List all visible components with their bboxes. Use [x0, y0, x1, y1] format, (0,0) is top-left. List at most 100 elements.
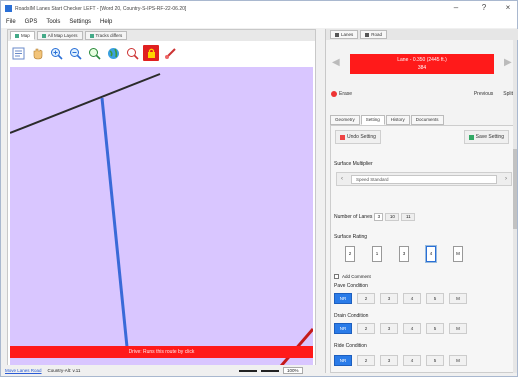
erase-label: Erase: [339, 91, 353, 97]
rating-option[interactable]: M: [453, 246, 463, 262]
menu-file[interactable]: File: [6, 19, 16, 25]
tracks-icon: [89, 33, 94, 38]
side-panel: Lanes Road ◀ Lane - 0.350 (2445 ft.) 384…: [325, 29, 518, 373]
lanes-input[interactable]: 3: [374, 213, 384, 221]
tab-label: All Map Layers: [47, 33, 78, 38]
condition-option[interactable]: 3: [380, 323, 398, 334]
checkbox-icon[interactable]: [334, 274, 339, 279]
tab-lanes[interactable]: Lanes: [330, 30, 359, 39]
chevron-left-icon[interactable]: ‹: [337, 176, 347, 182]
tab-label: Tracks differs: [95, 33, 123, 38]
rating-option-selected[interactable]: 4: [426, 246, 436, 262]
condition-option[interactable]: M: [449, 355, 467, 366]
readout-line-2: 384: [417, 65, 427, 71]
prev-arrow-icon[interactable]: ◀: [332, 57, 340, 68]
condition-option[interactable]: 3: [380, 355, 398, 366]
side-panel-scrollbar[interactable]: [513, 29, 517, 373]
tab-setting[interactable]: Setting: [360, 115, 385, 125]
add-comment-checkbox[interactable]: Add Comment: [334, 274, 371, 279]
save-icon: [468, 134, 474, 140]
condition-option[interactable]: 5: [426, 293, 444, 304]
lock-icon[interactable]: [143, 45, 159, 61]
next-arrow-icon[interactable]: ▶: [504, 57, 512, 68]
undo-label: Undo Setting: [347, 134, 376, 140]
help-button[interactable]: ?: [477, 3, 491, 12]
condition-option[interactable]: NR: [334, 293, 352, 304]
settings-panel: Undo Setting Save Setting Surface Multip…: [330, 125, 514, 373]
road-blue: [100, 97, 130, 358]
menu-help[interactable]: Help: [100, 19, 112, 25]
condition-option[interactable]: NR: [334, 355, 352, 366]
condition-option[interactable]: M: [449, 293, 467, 304]
menu-tools[interactable]: Tools: [46, 19, 60, 25]
save-setting-button[interactable]: Save Setting: [463, 130, 509, 144]
pan-icon[interactable]: [10, 45, 26, 61]
chevron-right-icon[interactable]: ›: [501, 176, 511, 182]
scrollbar-thumb[interactable]: [513, 149, 517, 229]
previous-button[interactable]: Previous: [471, 91, 496, 97]
lanes-icon: [335, 32, 339, 37]
rating-option[interactable]: 2: [345, 246, 355, 262]
menu-gps[interactable]: GPS: [25, 19, 38, 25]
condition-option[interactable]: 5: [426, 355, 444, 366]
condition-option[interactable]: 4: [403, 355, 421, 366]
condition-option[interactable]: M: [449, 323, 467, 334]
tab-road[interactable]: Road: [360, 30, 388, 39]
status-link[interactable]: Move Lanes Road: [5, 368, 42, 373]
map-status-banner: Drive: Runs this route by click: [10, 346, 313, 358]
lanes-mini-2[interactable]: 11: [401, 213, 416, 221]
road-black: [10, 73, 161, 134]
map-tabs: Map All Map Layers Tracks differs: [8, 30, 315, 41]
location-readout: Lane - 0.350 (2445 ft.) 384: [350, 54, 494, 74]
condition-option[interactable]: 2: [357, 355, 375, 366]
zoom-in-icon[interactable]: [48, 45, 64, 61]
action-row: Erase Previous Split: [328, 87, 516, 101]
add-comment-label: Add Comment: [342, 274, 371, 279]
status-coords: Country-Alt: v.11: [47, 368, 81, 373]
tab-geometry[interactable]: Geometry: [330, 115, 360, 125]
zoom-level[interactable]: 100%: [283, 367, 303, 374]
condition-option[interactable]: 4: [403, 323, 421, 334]
undo-setting-button[interactable]: Undo Setting: [335, 130, 381, 144]
ride-condition-label: Ride Condition: [334, 343, 367, 349]
road-icon: [365, 32, 370, 37]
select-icon[interactable]: [124, 45, 140, 61]
sub-tabs: Geometry Setting History Documents: [330, 115, 514, 125]
condition-option[interactable]: 2: [357, 293, 375, 304]
rating-option[interactable]: 1: [372, 246, 382, 262]
erase-button[interactable]: Erase: [328, 91, 355, 97]
tab-documents[interactable]: Documents: [410, 115, 444, 125]
measure-icon[interactable]: [162, 45, 178, 61]
save-label: Save Setting: [475, 134, 504, 140]
lanes-mini-1[interactable]: 10: [385, 213, 400, 221]
undo-icon: [340, 134, 345, 140]
condition-option[interactable]: 3: [380, 293, 398, 304]
close-button[interactable]: ×: [501, 3, 515, 12]
hand-icon[interactable]: [29, 45, 45, 61]
map-drawing: [10, 73, 313, 373]
surface-multiplier-value: Speed Standard: [351, 174, 497, 184]
split-label: Split: [503, 91, 513, 97]
ride-condition-buttons: NR 2 3 4 5 M: [334, 355, 467, 366]
minimize-button[interactable]: –: [449, 3, 463, 12]
menu-settings[interactable]: Settings: [69, 19, 91, 25]
rating-option[interactable]: 3: [399, 246, 409, 262]
tab-all-map-layers[interactable]: All Map Layers: [36, 31, 83, 40]
condition-option[interactable]: 2: [357, 323, 375, 334]
condition-option[interactable]: 5: [426, 323, 444, 334]
side-tabs: Lanes Road: [326, 29, 518, 40]
drain-condition-label: Drain Condition: [334, 313, 369, 319]
tab-map[interactable]: Map: [10, 31, 35, 40]
surface-multiplier-select[interactable]: ‹ Speed Standard ›: [336, 172, 512, 186]
tab-tracks[interactable]: Tracks differs: [84, 31, 128, 40]
layers-icon: [41, 33, 46, 38]
globe-icon[interactable]: [105, 45, 121, 61]
zoom-out-icon[interactable]: [67, 45, 83, 61]
surface-rating-label: Surface Rating: [334, 234, 368, 240]
condition-option[interactable]: NR: [334, 323, 352, 334]
tab-history[interactable]: History: [385, 115, 410, 125]
zoom-extents-icon[interactable]: [86, 45, 102, 61]
map-icon: [15, 33, 19, 38]
map-canvas[interactable]: [10, 67, 313, 373]
condition-option[interactable]: 4: [403, 293, 421, 304]
